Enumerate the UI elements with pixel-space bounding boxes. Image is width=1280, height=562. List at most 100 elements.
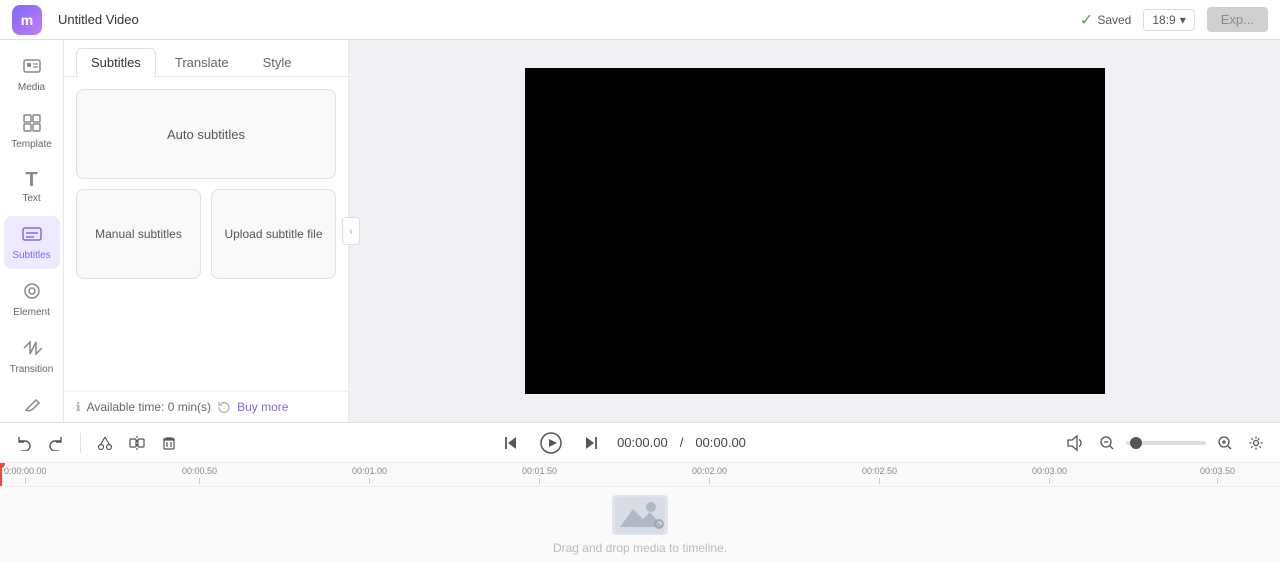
delete-icon <box>161 435 177 451</box>
toolbar-sep-1 <box>80 433 81 453</box>
volume-button[interactable] <box>1062 430 1088 456</box>
skip-forward-button[interactable] <box>577 429 605 457</box>
zoom-in-icon <box>1218 436 1232 450</box>
track-placeholder-thumb <box>612 495 668 535</box>
chevron-down-icon: ▾ <box>1180 13 1186 27</box>
media-label: Media <box>18 82 45 93</box>
panel-footer: ℹ Available time: 0 min(s) Buy more <box>64 391 348 422</box>
timeline-area: 00:00.00 / 00:00.00 <box>0 422 1280 562</box>
timeline-right-controls <box>1062 430 1268 456</box>
ruler-mark-2: 00:01.00 <box>352 466 387 484</box>
split-button[interactable] <box>125 431 149 455</box>
transition-label: Transition <box>10 364 54 375</box>
timeline-ruler: 0:00:00.00 00:00.50 00:01.00 00:01.50 00… <box>0 463 1280 487</box>
delete-button[interactable] <box>157 431 181 455</box>
preview-area <box>349 40 1280 422</box>
auto-subtitles-card[interactable]: Auto subtitles <box>76 89 336 179</box>
panel-content: Auto subtitles Manual subtitles Upload s… <box>64 77 348 391</box>
subtitles-panel: Subtitles Translate Style Auto subtitles… <box>64 40 349 422</box>
ruler-mark-7: 00:03.50 <box>1200 466 1235 484</box>
manual-subtitles-card[interactable]: Manual subtitles <box>76 189 201 279</box>
ruler-mark-6: 00:03.00 <box>1032 466 1067 484</box>
element-icon <box>22 281 42 304</box>
top-bar: m Untitled Video ✓ Saved 18:9 ▾ Exp... <box>0 0 1280 40</box>
panel-tabs: Subtitles Translate Style <box>64 40 348 77</box>
timeline-toolbar: 00:00.00 / 00:00.00 <box>0 423 1280 463</box>
thumb-circle <box>654 519 664 529</box>
cut-button[interactable] <box>93 431 117 455</box>
time-sep: / <box>680 435 684 450</box>
subtitle-cards-row: Manual subtitles Upload subtitle file <box>76 189 336 279</box>
subtitles-icon <box>22 224 42 247</box>
undo-button[interactable] <box>12 431 36 455</box>
undo-icon <box>16 435 32 451</box>
zoom-out-button[interactable] <box>1096 432 1118 454</box>
app-logo: m <box>12 5 42 35</box>
redo-button[interactable] <box>44 431 68 455</box>
play-icon <box>540 432 562 454</box>
tab-style[interactable]: Style <box>248 48 307 76</box>
volume-icon <box>1066 434 1084 452</box>
saved-check-icon: ✓ <box>1080 10 1093 30</box>
template-label: Template <box>11 139 52 150</box>
zoom-out-icon <box>1100 436 1114 450</box>
ruler-labels: 0:00:00.00 00:00.50 00:01.00 00:01.50 00… <box>0 463 1280 486</box>
play-button[interactable] <box>537 429 565 457</box>
icon-nav: Media Template T Text <box>0 40 64 422</box>
panel-collapse-button[interactable]: ‹ <box>342 217 360 245</box>
timeline-settings-button[interactable] <box>1244 431 1268 455</box>
transport-controls: 00:00.00 / 00:00.00 <box>189 429 1054 457</box>
redo-icon <box>48 435 64 451</box>
zoom-in-button[interactable] <box>1214 432 1236 454</box>
tab-translate[interactable]: Translate <box>160 48 244 76</box>
video-title: Untitled Video <box>58 12 1072 27</box>
top-bar-right: ✓ Saved 18:9 ▾ Exp... <box>1080 7 1268 32</box>
timeline-tracks: Drag and drop media to timeline. <box>0 487 1280 562</box>
sidebar-item-element[interactable]: Element <box>4 273 60 326</box>
pen-icon <box>22 395 42 418</box>
zoom-slider[interactable] <box>1126 441 1206 445</box>
transition-icon <box>22 338 42 361</box>
track-empty-hint: Drag and drop media to timeline. <box>553 495 727 555</box>
element-label: Element <box>13 307 50 318</box>
sidebar-item-pen[interactable] <box>4 387 60 422</box>
sidebar-item-subtitles[interactable]: Subtitles <box>4 216 60 269</box>
skip-back-button[interactable] <box>497 429 525 457</box>
text-icon: T <box>25 170 37 190</box>
ruler-mark-0: 0:00:00.00 <box>4 466 47 484</box>
sidebar-item-template[interactable]: Template <box>4 105 60 158</box>
auto-subtitles-label: Auto subtitles <box>167 127 245 142</box>
main-layout: Media Template T Text <box>0 40 1280 422</box>
tab-subtitles[interactable]: Subtitles <box>76 48 156 77</box>
text-label: Text <box>22 193 40 204</box>
skip-back-icon <box>503 435 519 451</box>
info-icon: ℹ <box>76 400 81 414</box>
ruler-mark-5: 00:02.50 <box>862 466 897 484</box>
refresh-icon <box>217 400 231 414</box>
sidebar-item-transition[interactable]: Transition <box>4 330 60 383</box>
manual-subtitles-label: Manual subtitles <box>87 219 190 249</box>
buy-more-link[interactable]: Buy more <box>237 400 288 414</box>
upload-subtitle-label: Upload subtitle file <box>216 219 330 249</box>
upload-subtitle-card[interactable]: Upload subtitle file <box>211 189 336 279</box>
settings-icon <box>1248 435 1264 451</box>
subtitles-label: Subtitles <box>12 250 50 261</box>
saved-badge: ✓ Saved <box>1080 10 1131 30</box>
export-button[interactable]: Exp... <box>1207 7 1268 32</box>
media-icon <box>22 56 42 79</box>
available-time-text: Available time: 0 min(s) <box>87 400 212 414</box>
aspect-ratio-button[interactable]: 18:9 ▾ <box>1143 9 1194 31</box>
ruler-mark-4: 00:02.00 <box>692 466 727 484</box>
cut-icon <box>97 435 113 451</box>
time-current: 00:00.00 <box>617 435 668 450</box>
ruler-mark-3: 00:01.50 <box>522 466 557 484</box>
video-preview <box>525 68 1105 394</box>
ruler-mark-1: 00:00.50 <box>182 466 217 484</box>
zoom-thumb <box>1130 437 1142 449</box>
skip-forward-icon <box>583 435 599 451</box>
empty-timeline-hint: Drag and drop media to timeline. <box>553 541 727 555</box>
sidebar-item-text[interactable]: T Text <box>4 162 60 212</box>
template-icon <box>22 113 42 136</box>
time-total: 00:00.00 <box>695 435 746 450</box>
sidebar-item-media[interactable]: Media <box>4 48 60 101</box>
